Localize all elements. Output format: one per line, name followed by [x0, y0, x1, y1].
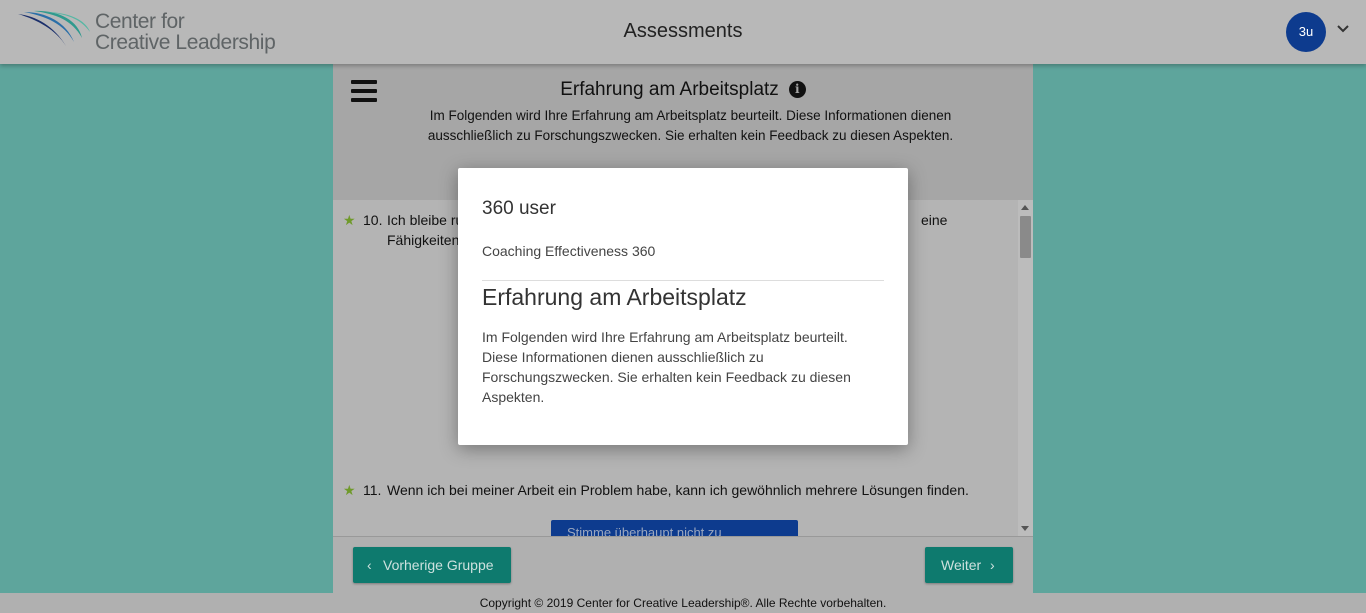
question-text-tail: eine: [921, 212, 948, 228]
chevron-right-icon: ›: [990, 557, 995, 573]
question-text: Wenn ich bei meiner Arbeit ein Problem h…: [387, 482, 969, 498]
next-label: Weiter: [941, 557, 982, 573]
info-icon[interactable]: i: [788, 81, 806, 98]
star-icon: ★: [343, 482, 356, 498]
section-title-text: Erfahrung am Arbeitsplatz: [560, 79, 779, 100]
section-description: Im Folgenden wird Ihre Erfahrung am Arbe…: [427, 108, 954, 143]
question-number: 11.: [363, 482, 382, 498]
top-bar: Center for Creative Leadership Assessmen…: [0, 0, 1366, 64]
modal-assessment-name: Coaching Effectiveness 360: [482, 243, 656, 259]
chevron-left-icon: ‹: [367, 557, 372, 573]
next-button[interactable]: Weiter ›: [925, 547, 1013, 583]
navigation-bar: ‹ Vorherige Gruppe Weiter ›: [333, 536, 1033, 593]
scroll-up-arrow-icon[interactable]: [1021, 205, 1029, 210]
scroll-thumb[interactable]: [1020, 216, 1031, 258]
question-number: 10.: [363, 212, 383, 228]
page-title: Assessments: [623, 20, 743, 42]
modal-description: Im Folgenden wird Ihre Erfahrung am Arbe…: [482, 329, 851, 405]
question-item: ★ 11. Wenn ich bei meiner Arbeit ein Pro…: [343, 480, 1003, 500]
previous-group-button[interactable]: ‹ Vorherige Gruppe: [353, 547, 511, 583]
star-icon: ★: [343, 212, 356, 228]
user-avatar[interactable]: 3u: [1286, 12, 1326, 52]
modal-user-name: 360 user: [482, 198, 556, 219]
section-info-modal[interactable]: 360 user Coaching Effectiveness 360 Erfa…: [458, 168, 908, 445]
copyright-footer: Copyright © 2019 Center for Creative Lea…: [0, 593, 1366, 613]
question-text-line2: Fähigkeiten: [387, 232, 460, 248]
section-title: Erfahrung am Arbeitsplatz i: [333, 79, 1033, 101]
scroll-down-arrow-icon[interactable]: [1021, 526, 1029, 531]
chevron-down-icon[interactable]: [1336, 22, 1350, 36]
modal-divider: [482, 280, 884, 281]
modal-title: Erfahrung am Arbeitsplatz: [482, 284, 747, 310]
question-text-start: Ich bleibe ru: [387, 212, 464, 228]
answer-option-button[interactable]: Stimme überhaupt nicht zu: [551, 520, 798, 536]
scrollbar[interactable]: [1018, 200, 1033, 536]
previous-group-label: Vorherige Gruppe: [383, 557, 494, 573]
